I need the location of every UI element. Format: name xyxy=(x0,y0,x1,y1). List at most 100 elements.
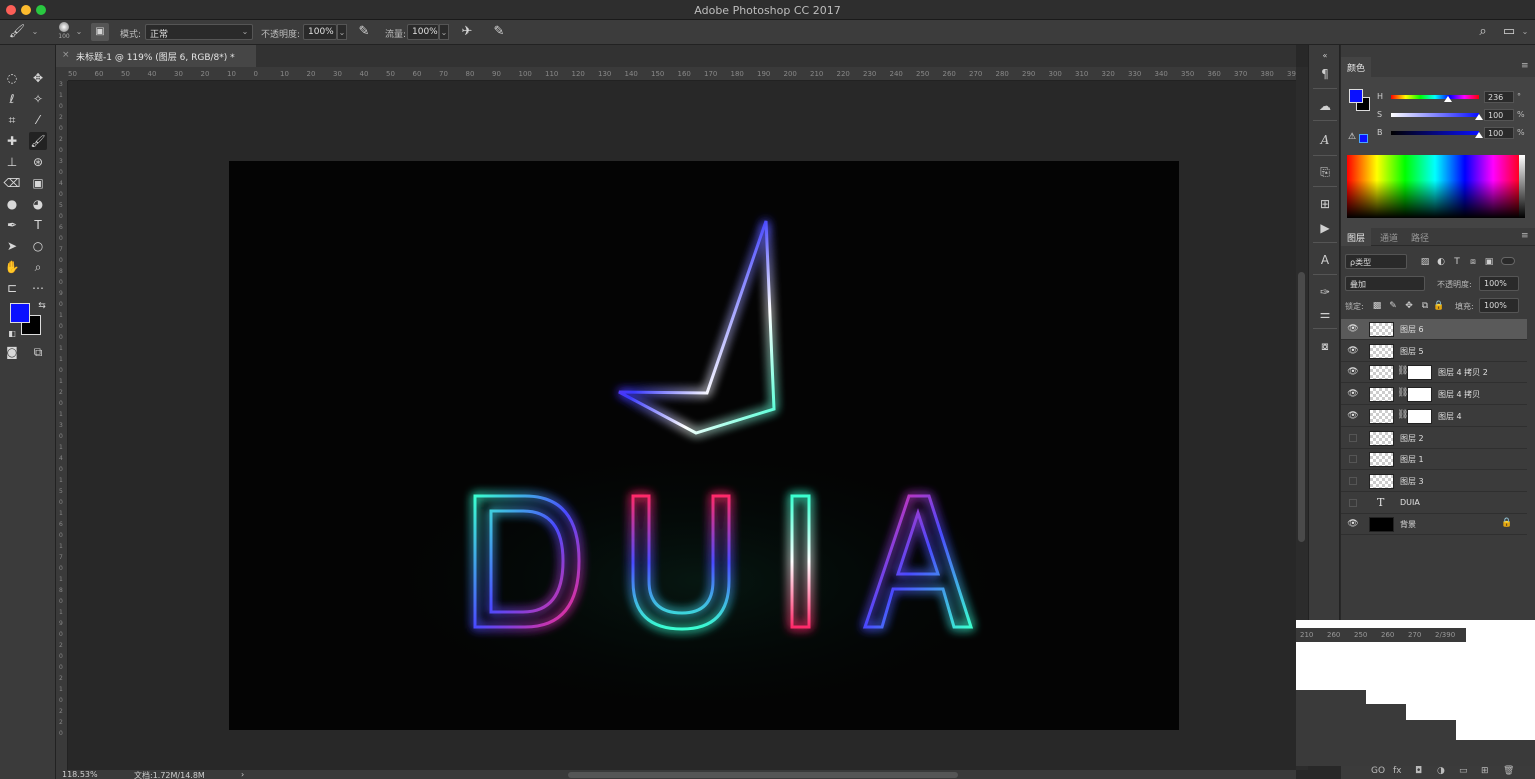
layer-thumbnail[interactable] xyxy=(1369,322,1394,337)
layer-row[interactable]: 👁 ⛓ 图层 4 xyxy=(1341,406,1527,427)
trash-icon[interactable]: 🗑 xyxy=(1503,766,1514,776)
color-spectrum[interactable] xyxy=(1347,155,1523,218)
path-selection-icon[interactable]: ➤ xyxy=(3,237,21,255)
eraser-tool-icon[interactable]: ⌫ xyxy=(3,174,21,192)
history-brush-icon[interactable]: ⊛ xyxy=(29,153,47,171)
status-menu-arrow-icon[interactable]: › xyxy=(241,770,244,779)
pressure-size-icon[interactable]: ✎ xyxy=(490,23,508,41)
horizontal-scrollbar[interactable] xyxy=(568,772,958,778)
visibility-eye-icon[interactable]: 👁 xyxy=(1347,346,1359,356)
workspace-dropdown-icon[interactable]: ⌄ xyxy=(1520,24,1530,40)
layer-name[interactable]: 图层 3 xyxy=(1400,476,1424,487)
visibility-toggle[interactable] xyxy=(1349,476,1357,485)
brightness-knob[interactable] xyxy=(1475,132,1483,138)
filter-adjustment-icon[interactable]: ◐ xyxy=(1435,256,1447,268)
layer-mask-thumbnail[interactable] xyxy=(1407,365,1432,381)
layer-row[interactable]: 图层 2 xyxy=(1341,428,1527,449)
brush-size-picker[interactable]: 100 xyxy=(56,22,72,40)
add-mask-icon[interactable]: ◘ xyxy=(1415,766,1422,776)
more-tools-icon[interactable]: ⋯ xyxy=(29,279,47,297)
crop-tool-icon[interactable]: ⌗ xyxy=(3,111,21,129)
lock-transparent-icon[interactable]: ▩ xyxy=(1371,300,1383,312)
healing-brush-icon[interactable]: ✚ xyxy=(3,132,21,150)
gamut-warning-icon[interactable]: ⚠ xyxy=(1348,132,1356,142)
marquee-tool-icon[interactable]: ◌ xyxy=(3,69,21,87)
layer-row[interactable]: 👁 背景 🔒 xyxy=(1341,514,1527,536)
close-tab-icon[interactable]: × xyxy=(62,50,70,60)
layer-name[interactable]: 图层 2 xyxy=(1400,433,1424,444)
filter-shape-icon[interactable]: ⧈ xyxy=(1467,256,1479,268)
search-icon[interactable]: ⌕ xyxy=(1474,23,1492,41)
zoom-level[interactable]: 118.53% xyxy=(62,770,98,779)
layer-name[interactable]: 图层 4 拷贝 2 xyxy=(1438,367,1488,378)
lock-image-icon[interactable]: ✎ xyxy=(1387,300,1399,312)
new-group-icon[interactable]: ▭ xyxy=(1459,766,1468,776)
brush-tool-icon[interactable]: 🖌 xyxy=(29,132,47,150)
layer-thumbnail[interactable] xyxy=(1369,517,1394,533)
opacity-input[interactable]: 100% xyxy=(303,24,337,40)
flow-input[interactable]: 100% xyxy=(407,24,439,40)
layer-row[interactable]: 👁 图层 5 xyxy=(1341,341,1527,362)
quick-mask-icon[interactable]: ◙ xyxy=(3,343,21,361)
saturation-input[interactable]: 100 xyxy=(1484,109,1514,121)
tab-channels[interactable]: 通道 xyxy=(1374,228,1404,246)
tool-preset-dropdown-icon[interactable]: ⌄ xyxy=(30,24,40,40)
brush-picker-dropdown-icon[interactable]: ⌄ xyxy=(74,24,84,40)
brush-settings-icon[interactable]: ✑ xyxy=(1316,283,1334,301)
saturation-knob[interactable] xyxy=(1475,114,1483,120)
visibility-eye-icon[interactable]: 👁 xyxy=(1347,367,1359,377)
filter-smart-object-icon[interactable]: ▣ xyxy=(1483,256,1495,268)
layer-name[interactable]: 图层 4 xyxy=(1438,411,1462,422)
hue-slider[interactable] xyxy=(1391,95,1479,99)
hue-knob[interactable] xyxy=(1444,96,1452,102)
brightness-input[interactable]: 100 xyxy=(1484,127,1514,139)
gradient-tool-icon[interactable]: ▣ xyxy=(29,174,47,192)
hand-tool-icon[interactable]: ✋ xyxy=(3,258,21,276)
type-tool-icon[interactable]: T xyxy=(29,216,47,234)
lock-position-icon[interactable]: ✥ xyxy=(1403,300,1415,312)
layer-filter-select[interactable]: ρ类型 xyxy=(1345,254,1407,269)
glyphs-icon[interactable]: A xyxy=(1316,131,1334,149)
vertical-scroll-thumb[interactable] xyxy=(1298,272,1305,542)
layer-mask-thumbnail[interactable] xyxy=(1407,387,1432,403)
layers-panel-menu-icon[interactable]: ≡ xyxy=(1521,231,1529,241)
ruler-origin[interactable] xyxy=(56,67,68,81)
history-icon[interactable]: ⊞ xyxy=(1316,195,1334,213)
default-colors-icon[interactable]: ◧ xyxy=(3,325,21,343)
new-layer-icon[interactable]: ⊞ xyxy=(1481,766,1489,776)
layer-thumbnail[interactable] xyxy=(1369,365,1394,381)
layer-row[interactable]: 图层 3 xyxy=(1341,471,1527,492)
visibility-eye-icon[interactable]: 👁 xyxy=(1347,411,1359,421)
tab-color[interactable]: 颜色 xyxy=(1341,57,1372,77)
visibility-toggle[interactable] xyxy=(1349,498,1357,507)
airbrush-icon[interactable]: ✈ xyxy=(458,23,476,41)
layer-thumbnail[interactable] xyxy=(1369,430,1394,446)
layer-name[interactable]: 图层 5 xyxy=(1400,346,1424,357)
lasso-tool-icon[interactable]: ℓ xyxy=(3,90,21,108)
document-canvas[interactable] xyxy=(229,161,1179,730)
lock-all-icon[interactable]: 🔒 xyxy=(1433,300,1445,312)
workspace-icon[interactable]: ▭ xyxy=(1500,23,1518,41)
layer-row[interactable]: T DUIA xyxy=(1341,493,1527,514)
zoom-tool-icon[interactable]: ⌕ xyxy=(29,258,47,276)
lock-artboard-icon[interactable]: ⧉ xyxy=(1419,300,1431,312)
libraries-icon[interactable]: ☁ xyxy=(1316,97,1334,115)
artboard-tool-icon[interactable]: ⊏ xyxy=(3,279,21,297)
adjustment-layer-icon[interactable]: ◑ xyxy=(1437,766,1445,776)
swap-colors-icon[interactable]: ⇆ xyxy=(33,297,51,315)
visibility-toggle[interactable] xyxy=(1349,433,1357,442)
fill-input[interactable]: 100% xyxy=(1479,298,1519,313)
color-spectrum-ramp[interactable] xyxy=(1519,155,1525,218)
layer-thumbnail[interactable] xyxy=(1369,343,1394,359)
vertical-ruler[interactable]: 3 1 0 2 0 2 0 3 0 4 0 5 0 6 0 7 0 8 0 9 0 1 0 0 1 1 0 1 2 0 1 3 0 1 4 0 1 5 0 1… xyxy=(56,81,68,770)
brush-tool-icon[interactable]: 🖌 xyxy=(8,23,26,41)
link-layers-icon[interactable]: GO xyxy=(1371,766,1385,776)
color-panel-fg-swatch[interactable] xyxy=(1349,89,1363,103)
blend-mode-select[interactable]: 叠加 xyxy=(1345,276,1425,291)
collapse-panels-icon[interactable]: « xyxy=(1316,47,1334,65)
layer-lock-icon[interactable]: 🔒 xyxy=(1501,518,1512,528)
stamp-tool-icon[interactable]: ⊥ xyxy=(3,153,21,171)
mode-select[interactable]: 正常 xyxy=(145,24,253,40)
properties-icon[interactable]: ⧇ xyxy=(1316,337,1334,355)
layer-name[interactable]: 图层 6 xyxy=(1400,324,1424,335)
